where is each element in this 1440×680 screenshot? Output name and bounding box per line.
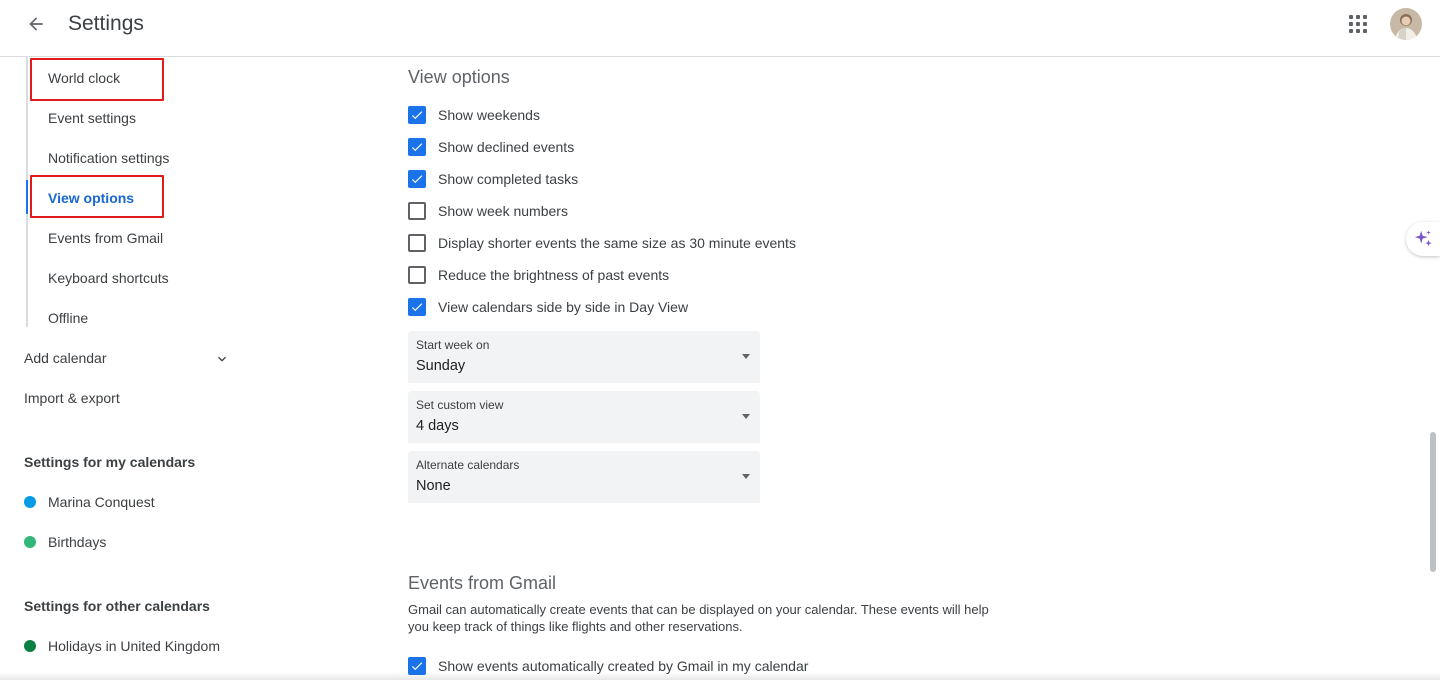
- check-icon: [411, 303, 423, 312]
- sidebar-item-world-clock[interactable]: World clock: [48, 70, 120, 86]
- select-value: Sunday: [416, 358, 466, 374]
- checkbox-label: Display shorter events the same size as …: [438, 235, 796, 251]
- checkbox-checked[interactable]: [408, 657, 426, 675]
- select-value: None: [416, 478, 451, 494]
- account-avatar[interactable]: [1390, 8, 1422, 40]
- sidebar-item-holidays-uk[interactable]: Holidays in United Kingdom: [48, 638, 220, 654]
- page-title: Settings: [68, 12, 144, 35]
- select-alternate-calendars[interactable]: Alternate calendars None: [408, 451, 760, 503]
- checkbox-checked[interactable]: [408, 106, 426, 124]
- select-custom-view[interactable]: Set custom view 4 days: [408, 391, 760, 443]
- checkbox-label: Show weekends: [438, 107, 540, 123]
- calendar-color-dot: [24, 496, 36, 508]
- calendar-color-dot: [24, 640, 36, 652]
- sidebar-item-marina-conquest[interactable]: Marina Conquest: [48, 494, 155, 510]
- checkbox-show-weekends[interactable]: Show weekends: [408, 105, 540, 125]
- select-start-week-on[interactable]: Start week on Sunday: [408, 331, 760, 383]
- checkbox-label: Show events automatically created by Gma…: [438, 658, 809, 674]
- checkbox-side-by-side-day-view[interactable]: View calendars side by side in Day View: [408, 297, 688, 317]
- sidebar-item-birthdays[interactable]: Birthdays: [48, 534, 106, 550]
- checkbox-show-completed-tasks[interactable]: Show completed tasks: [408, 169, 578, 189]
- checkbox-show-declined-events[interactable]: Show declined events: [408, 137, 574, 157]
- checkbox-label: Reduce the brightness of past events: [438, 267, 670, 283]
- my-calendars-heading: Settings for my calendars: [24, 454, 196, 470]
- sidebar-item-offline[interactable]: Offline: [48, 310, 88, 326]
- checkbox-label: Show declined events: [438, 139, 575, 155]
- dropdown-arrow-icon: [742, 354, 750, 359]
- checkbox-show-gmail-events[interactable]: Show events automatically created by Gma…: [408, 656, 808, 676]
- checkbox-unchecked[interactable]: [408, 202, 426, 220]
- checkbox-checked[interactable]: [408, 138, 426, 156]
- select-value: 4 days: [416, 418, 459, 434]
- top-app-bar: Settings: [0, 0, 1440, 57]
- sidebar-item-add-calendar[interactable]: Add calendar: [24, 350, 107, 366]
- sidebar-item-event-settings[interactable]: Event settings: [48, 110, 136, 126]
- events-from-gmail-title: Events from Gmail: [408, 573, 557, 593]
- scrollbar-thumb[interactable]: [1430, 432, 1436, 572]
- checkbox-label: View calendars side by side in Day View: [438, 299, 689, 315]
- scrollbar-track[interactable]: [1428, 57, 1440, 680]
- sidebar-item-events-from-gmail[interactable]: Events from Gmail: [48, 230, 163, 246]
- checkbox-unchecked[interactable]: [408, 266, 426, 284]
- select-label: Start week on: [416, 338, 490, 352]
- dropdown-arrow-icon: [742, 474, 750, 479]
- sidebar-item-import-export[interactable]: Import & export: [24, 390, 120, 406]
- check-icon: [411, 143, 423, 152]
- settings-sidebar: World clock Event settings Notification …: [0, 57, 260, 680]
- checkbox-reduce-brightness[interactable]: Reduce the brightness of past events: [408, 265, 669, 285]
- check-icon: [411, 662, 423, 671]
- checkbox-checked[interactable]: [408, 298, 426, 316]
- sidebar-item-view-options[interactable]: View options: [48, 190, 134, 206]
- back-button[interactable]: [20, 8, 52, 40]
- checkbox-show-week-numbers[interactable]: Show week numbers: [408, 201, 568, 221]
- arrow-back-icon: [29, 17, 43, 31]
- user-avatar-icon: [1390, 8, 1422, 40]
- select-label: Alternate calendars: [416, 458, 520, 472]
- view-options-title: View options: [408, 67, 510, 87]
- check-icon: [411, 111, 423, 120]
- checkbox-checked[interactable]: [408, 170, 426, 188]
- checkbox-unchecked[interactable]: [408, 234, 426, 252]
- apps-grid-icon: [1349, 15, 1367, 33]
- dropdown-arrow-icon: [742, 414, 750, 419]
- checkbox-label: Show completed tasks: [438, 171, 579, 187]
- check-icon: [411, 175, 423, 184]
- select-label: Set custom view: [416, 398, 504, 412]
- other-calendars-heading: Settings for other calendars: [24, 598, 210, 614]
- checkbox-label: Show week numbers: [438, 203, 568, 219]
- chevron-down-icon[interactable]: [214, 351, 230, 367]
- calendar-color-dot: [24, 536, 36, 548]
- subnav-active-indicator: [26, 180, 28, 214]
- events-from-gmail-description: Gmail can automatically create events th…: [408, 602, 989, 634]
- sidebar-item-notification-settings[interactable]: Notification settings: [48, 150, 169, 166]
- google-apps-button[interactable]: [1342, 8, 1374, 40]
- sidebar-item-keyboard-shortcuts[interactable]: Keyboard shortcuts: [48, 270, 169, 286]
- checkbox-shorter-events-same-size[interactable]: Display shorter events the same size as …: [408, 233, 796, 253]
